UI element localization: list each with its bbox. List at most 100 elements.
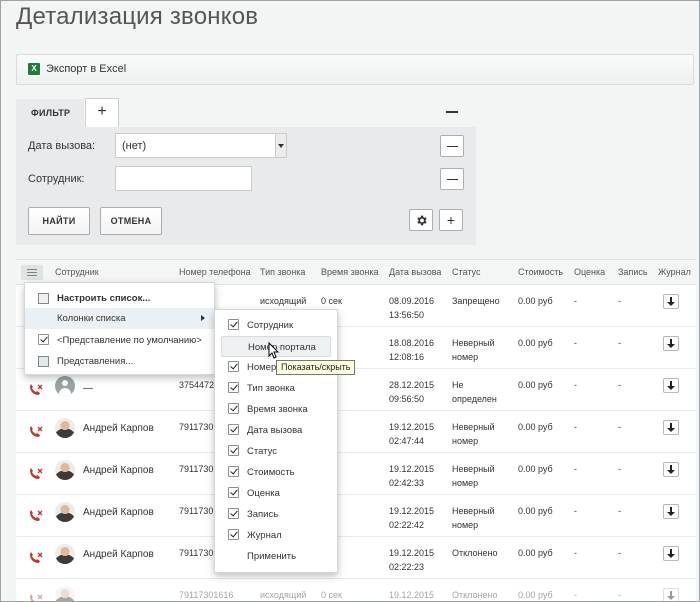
- avatar[interactable]: [55, 586, 75, 601]
- employee-cell[interactable]: Андрей Карпов: [83, 464, 154, 478]
- date-cell: 18.08.2016 12:08:16: [389, 336, 434, 364]
- download-journal-button[interactable]: [663, 336, 679, 351]
- column-toggle-item[interactable]: Стоимость: [215, 462, 337, 483]
- default-view-checkbox[interactable]: [38, 334, 49, 345]
- tab-filter[interactable]: ФИЛЬТР: [16, 99, 84, 127]
- table-row[interactable]: Андрей Карпов79117301к19.12.201502:47:44…: [16, 411, 696, 453]
- collapse-filter-icon[interactable]: [445, 104, 459, 118]
- missed-call-icon: [30, 594, 43, 601]
- employee-input[interactable]: [115, 166, 252, 191]
- table-row[interactable]: 79117301616 исходящий 0 сек 19.12.2015 Откло…: [16, 579, 696, 601]
- date-cell: 19.12.2015 02:47:44: [389, 420, 434, 448]
- column-toggle-item[interactable]: Журнал: [215, 525, 337, 546]
- col-duration[interactable]: Время звонка: [321, 267, 379, 277]
- status-line-1: Не: [452, 380, 464, 390]
- apply-columns-button[interactable]: Применить: [215, 546, 337, 567]
- menu-item-views[interactable]: Представления...: [25, 351, 214, 372]
- avatar[interactable]: [55, 418, 75, 438]
- grid-menu-button[interactable]: [21, 265, 43, 280]
- col-rating[interactable]: Оценка: [574, 267, 605, 277]
- col-phone[interactable]: Номер телефона: [179, 267, 251, 277]
- add-filter-tab-button[interactable]: +: [85, 98, 119, 127]
- page-title: Детализация звонков: [16, 3, 259, 30]
- cost-cell: 0.00 руб: [518, 338, 553, 348]
- download-journal-button[interactable]: [663, 588, 679, 601]
- column-toggle-item[interactable]: Оценка: [215, 483, 337, 504]
- employee-cell[interactable]: Андрей Карпов: [83, 548, 154, 562]
- export-excel-label: Экспорт в Excel: [46, 63, 127, 75]
- column-checkbox[interactable]: [228, 529, 239, 540]
- column-toggle-item[interactable]: Статус: [215, 441, 337, 462]
- rating-cell: -: [574, 506, 577, 516]
- avatar[interactable]: [55, 544, 75, 564]
- gear-icon: [416, 215, 427, 226]
- employee-cell[interactable]: —: [83, 382, 93, 396]
- column-checkbox[interactable]: [228, 508, 239, 519]
- column-toggle-label: Номер портала: [248, 342, 316, 353]
- download-journal-button[interactable]: [663, 504, 679, 519]
- column-toggle-item[interactable]: Время звонка: [215, 399, 337, 420]
- col-type[interactable]: Тип звонка: [260, 267, 305, 277]
- column-checkbox[interactable]: [228, 382, 239, 393]
- table-row[interactable]: Андрей Карпов79117301к19.12.201502:22:42…: [16, 495, 696, 537]
- col-date[interactable]: Дата вызова: [389, 267, 441, 277]
- mouse-cursor-icon: [268, 342, 280, 359]
- col-status[interactable]: Статус: [452, 267, 480, 277]
- column-checkbox[interactable]: [228, 445, 239, 456]
- col-cost[interactable]: Стоимость: [518, 267, 563, 277]
- table-row[interactable]: Андрей Карпов79117301к19.12.201502:42:33…: [16, 453, 696, 495]
- download-journal-button[interactable]: [663, 546, 679, 561]
- date-select[interactable]: (нет): [115, 133, 287, 158]
- date-cell: 19.12.2015 02:42:33: [389, 462, 434, 490]
- chevron-right-icon: [201, 315, 205, 321]
- status-line-1: Неверный: [452, 506, 495, 516]
- status-cell: Неверный номер: [452, 504, 495, 532]
- column-checkbox[interactable]: [228, 487, 239, 498]
- status-cell: Отклонено: [452, 588, 497, 601]
- column-toggle-item[interactable]: Сотрудник: [215, 315, 337, 336]
- col-employee[interactable]: Сотрудник: [55, 267, 99, 277]
- column-checkbox[interactable]: [228, 466, 239, 477]
- remove-employee-field-button[interactable]: [440, 168, 464, 190]
- menu-item-configure-list[interactable]: Настроить список...: [25, 288, 214, 309]
- col-journal[interactable]: Журнал: [658, 267, 691, 277]
- column-toggle-item[interactable]: Запись: [215, 504, 337, 525]
- remove-date-field-button[interactable]: [440, 135, 464, 157]
- type-cell: исходящий: [260, 590, 307, 600]
- menu-item-list-columns[interactable]: Колонки списка: [25, 308, 214, 329]
- menu-item-default-view[interactable]: <Представление по умолчанию>: [25, 330, 214, 351]
- table-row[interactable]: Андрей Карпов79117301к19.12.201502:22:23…: [16, 537, 696, 579]
- date-value: 19.12.2015: [389, 590, 435, 600]
- column-toggle-item[interactable]: Дата вызова: [215, 420, 337, 441]
- download-journal-button[interactable]: [663, 462, 679, 477]
- col-record[interactable]: Запись: [618, 267, 648, 277]
- column-checkbox[interactable]: [228, 319, 239, 330]
- column-toggle-item[interactable]: Тип звонка: [215, 378, 337, 399]
- column-checkbox[interactable]: [228, 424, 239, 435]
- column-checkbox[interactable]: [228, 403, 239, 414]
- column-toggle-label: Стоимость: [247, 467, 295, 478]
- cancel-button[interactable]: ОТМЕНА: [100, 207, 162, 235]
- download-journal-button[interactable]: [663, 420, 679, 435]
- avatar[interactable]: [55, 376, 75, 396]
- record-cell: -: [618, 338, 621, 348]
- employee-cell[interactable]: Андрей Карпов: [83, 506, 154, 520]
- download-journal-button[interactable]: [663, 378, 679, 393]
- cost-cell: 0.00 руб: [518, 506, 553, 516]
- find-button[interactable]: НАЙТИ: [28, 207, 90, 235]
- avatar[interactable]: [55, 502, 75, 522]
- menu-item-default-view-label: <Представление по умолчанию>: [57, 335, 202, 346]
- export-excel-button[interactable]: X Экспорт в Excel: [28, 63, 126, 75]
- add-field-button[interactable]: +: [439, 209, 463, 231]
- record-cell: -: [618, 380, 621, 390]
- column-checkbox[interactable]: [228, 361, 239, 372]
- date-value: 19.12.2015: [389, 464, 435, 474]
- date-cell: 28.12.2015 09:56:50: [389, 378, 434, 406]
- employee-cell[interactable]: Андрей Карпов: [83, 422, 154, 436]
- date-value: 19.12.2015: [389, 422, 435, 432]
- column-toggle-label: Оценка: [247, 488, 280, 499]
- avatar[interactable]: [55, 460, 75, 480]
- download-journal-button[interactable]: [663, 294, 679, 309]
- settings-button[interactable]: [409, 209, 433, 231]
- table-row[interactable]: —37544726к28.12.201509:56:50Неопределен0…: [16, 369, 696, 411]
